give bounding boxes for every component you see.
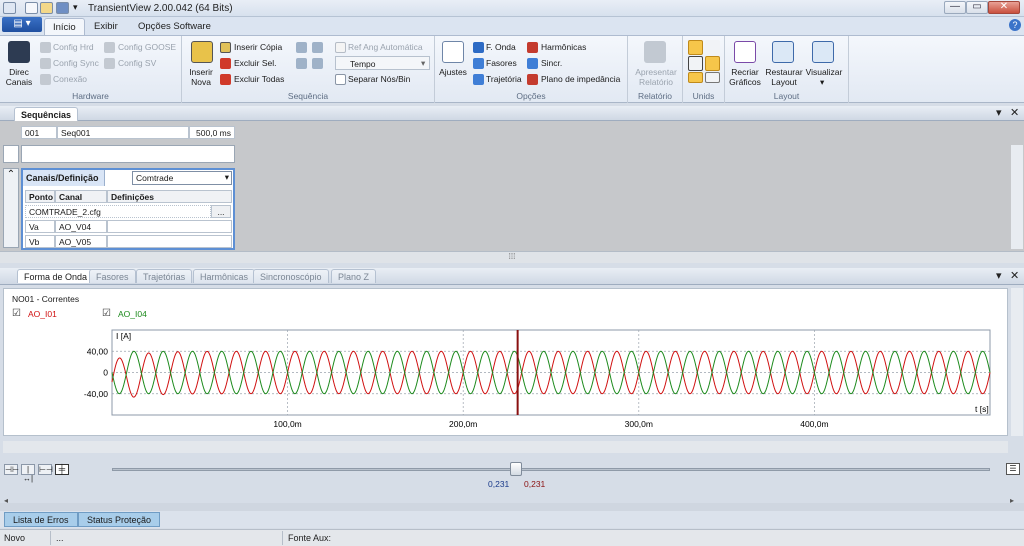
tab-status-protecao[interactable]: Status Proteção: [78, 512, 161, 527]
tab-lista-de-erros[interactable]: Lista de Erros: [4, 512, 78, 527]
bottom-splitter: [0, 503, 1024, 511]
y-tick-label: -40,00: [84, 389, 108, 399]
zoom-out-icon[interactable]: ⊢⊣: [38, 464, 53, 475]
x-tick-label: 300,0m: [625, 419, 653, 429]
bottom-tab-strip: Lista de Erros Status Proteção: [0, 511, 1024, 528]
time-slider-track[interactable]: [112, 468, 990, 471]
x-tick-label: 400,0m: [800, 419, 828, 429]
zoom-in-icon[interactable]: |↔|: [21, 464, 35, 483]
time-slider-thumb[interactable]: [510, 462, 522, 476]
cursor-mode-icon[interactable]: ╪: [55, 464, 69, 475]
y-tick-label: 40,00: [87, 346, 109, 356]
cursor-value-left: 0,231: [488, 479, 510, 489]
status-divider: [50, 531, 51, 545]
status-mode: Novo: [4, 533, 26, 543]
x-tick-label: 100,0m: [273, 419, 301, 429]
panel-options-icon[interactable]: ☰: [1006, 463, 1020, 475]
y-tick-label: 0: [103, 368, 108, 378]
waveform-hscroll[interactable]: [3, 441, 1008, 453]
waveform-scrollbar[interactable]: [1011, 288, 1023, 436]
cursor-value-right: 0,231: [524, 479, 546, 489]
x-tick-label: 200,0m: [449, 419, 477, 429]
zoom-fit-icon[interactable]: ⊣⊢: [4, 464, 19, 475]
status-progress: ...: [56, 533, 64, 543]
y-axis-label: I [A]: [116, 331, 131, 341]
status-divider: [282, 531, 283, 545]
status-fonte-aux: Fonte Aux:: [288, 533, 332, 543]
x-axis-label: t [s]: [975, 404, 989, 414]
status-bar: Novo ... Fonte Aux:: [0, 529, 1024, 546]
